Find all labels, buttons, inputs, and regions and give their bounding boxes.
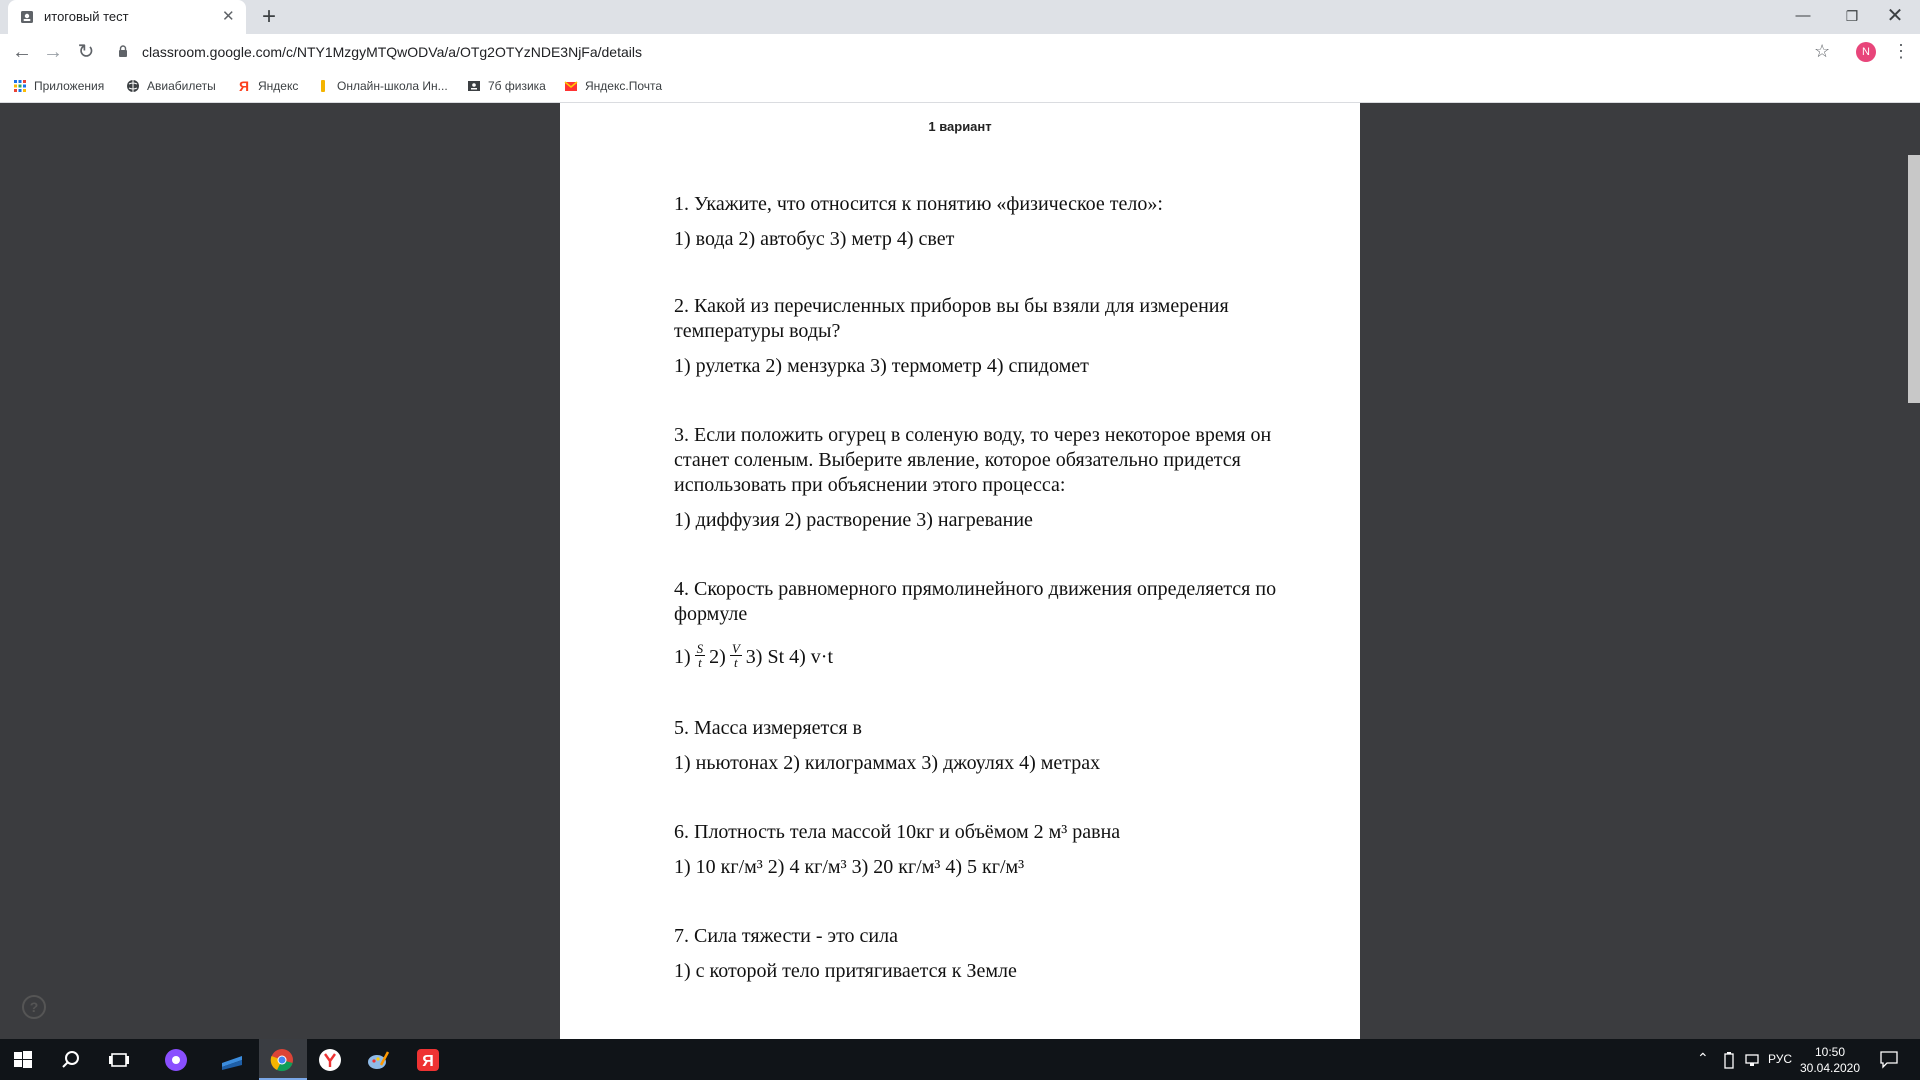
answers-7: 1) с которой тело притягивается к Земле [674, 960, 1017, 982]
bookmark-star-icon[interactable]: ☆ [1814, 40, 1830, 62]
taskbar-clock[interactable]: 10:50 30.04.2020 [1798, 1044, 1862, 1076]
question-6: 6. Плотность тела массой 10кг и объёмом … [674, 821, 1121, 843]
question-3: 3. Если положить огурец в соленую воду, … [674, 424, 1272, 496]
forward-arrow-icon[interactable]: → [40, 39, 66, 65]
answers-5: 1) ньютонах 2) килограммах 3) джоулях 4)… [674, 752, 1101, 774]
scrollbar-thumb[interactable] [1908, 155, 1920, 403]
bookmark-icon [321, 80, 325, 92]
answers-3: 1) диффузия 2) растворение 3) нагревание [674, 509, 1033, 531]
new-tab-icon[interactable]: + [262, 4, 276, 30]
svg-text:Я: Я [422, 1053, 434, 1070]
bookmark-label: Яндекс [258, 79, 299, 93]
yandex-icon: Я [238, 78, 250, 94]
bookmark-label: Онлайн-школа Ин... [337, 79, 448, 93]
bookmark-yandex[interactable]: Я Яндекс [237, 77, 298, 95]
mail-icon [564, 81, 578, 91]
answers-4: 1) St 2) Vt 3) St 4) v·t [674, 641, 1314, 672]
url-text[interactable]: classroom.google.com/c/NTY1MzgyMTQwODVa/… [142, 44, 642, 60]
answer-4-label-2: 2) [709, 646, 726, 669]
notification-icon[interactable] [1879, 1049, 1899, 1069]
restore-icon[interactable]: ❐ [1842, 6, 1862, 26]
paint-icon[interactable] [365, 1047, 391, 1073]
file-manager-icon[interactable] [219, 1047, 245, 1073]
clock-time: 10:50 [1814, 1045, 1846, 1059]
lock-icon [119, 45, 127, 57]
bookmark-7b-physics[interactable]: 7б физика [467, 77, 546, 95]
reload-icon[interactable]: ↻ [73, 39, 99, 65]
tab-title: итоговый тест [44, 9, 129, 24]
bookmark-label: Приложения [34, 79, 105, 93]
battery-icon[interactable] [1722, 1051, 1736, 1069]
answer-4-label-rest: 3) St 4) v·t [745, 646, 834, 669]
back-arrow-icon[interactable]: ← [9, 39, 35, 65]
answers-2: 1) рулетка 2) мензурка 3) термометр 4) с… [674, 355, 1089, 377]
apps-grid-icon [14, 80, 26, 92]
tab-close-icon[interactable]: ✕ [222, 8, 235, 26]
network-icon[interactable] [1744, 1052, 1762, 1068]
search-icon[interactable] [58, 1047, 84, 1073]
clock-date: 30.04.2020 [1799, 1061, 1861, 1075]
yandex-app-icon[interactable]: Я [415, 1047, 441, 1073]
formula-s-over-t: St [694, 641, 706, 670]
window-close-icon[interactable]: ✕ [1885, 6, 1905, 26]
question-5: 5. Масса измеряется в [674, 717, 862, 739]
question-1: 1. Укажите, что относится к понятию «физ… [674, 193, 1163, 215]
menu-kebab-icon[interactable]: ⋮ [1892, 40, 1910, 62]
bookmark-label: 7б физика [488, 79, 546, 93]
profile-avatar[interactable]: N [1856, 42, 1876, 62]
tab-strip [0, 0, 1920, 34]
classroom-assignment-icon [21, 11, 33, 23]
language-indicator[interactable]: РУС [1768, 1052, 1792, 1066]
globe-icon [127, 80, 139, 92]
tray-chevron-up-icon[interactable]: ⌃ [1697, 1050, 1709, 1067]
windows-start-icon[interactable] [10, 1047, 36, 1073]
answer-4-label-1: 1) [674, 646, 691, 669]
bookmark-apps[interactable]: Приложения [13, 77, 104, 95]
bookmark-label: Авиабилеты [147, 79, 216, 93]
classroom-icon [468, 81, 480, 91]
bookmark-label: Яндекс.Почта [585, 79, 663, 93]
question-7: 7. Сила тяжести - это сила [674, 925, 898, 947]
document-heading: 1 вариант [928, 119, 992, 134]
formula-v-over-t: Vt [729, 641, 742, 670]
bookmark-yandex-mail[interactable]: Яндекс.Почта [564, 77, 662, 95]
chrome-icon[interactable] [269, 1047, 295, 1073]
document-preview: 1 вариант 1. Укажите, что относится к по… [560, 103, 1360, 1039]
minimize-icon[interactable]: — [1793, 6, 1813, 26]
bookmark-online-school[interactable]: Онлайн-школа Ин... [316, 77, 448, 95]
question-4: 4. Скорость равномерного прямолинейного … [674, 578, 1277, 625]
answers-6: 1) 10 кг/м³ 2) 4 кг/м³ 3) 20 кг/м³ 4) 5 … [674, 856, 1025, 878]
yandex-browser-icon[interactable] [317, 1047, 343, 1073]
task-view-icon[interactable] [106, 1047, 132, 1073]
answers-1: 1) вода 2) автобус 3) метр 4) свет [674, 228, 955, 250]
alice-assistant-icon[interactable] [163, 1047, 189, 1073]
help-icon[interactable]: ? [22, 995, 46, 1019]
bookmark-aviabilety[interactable]: Авиабилеты [126, 77, 216, 95]
question-2: 2. Какой из перечисленных приборов вы бы… [674, 295, 1229, 342]
browser-tab[interactable]: итоговый тест ✕ [8, 0, 246, 34]
